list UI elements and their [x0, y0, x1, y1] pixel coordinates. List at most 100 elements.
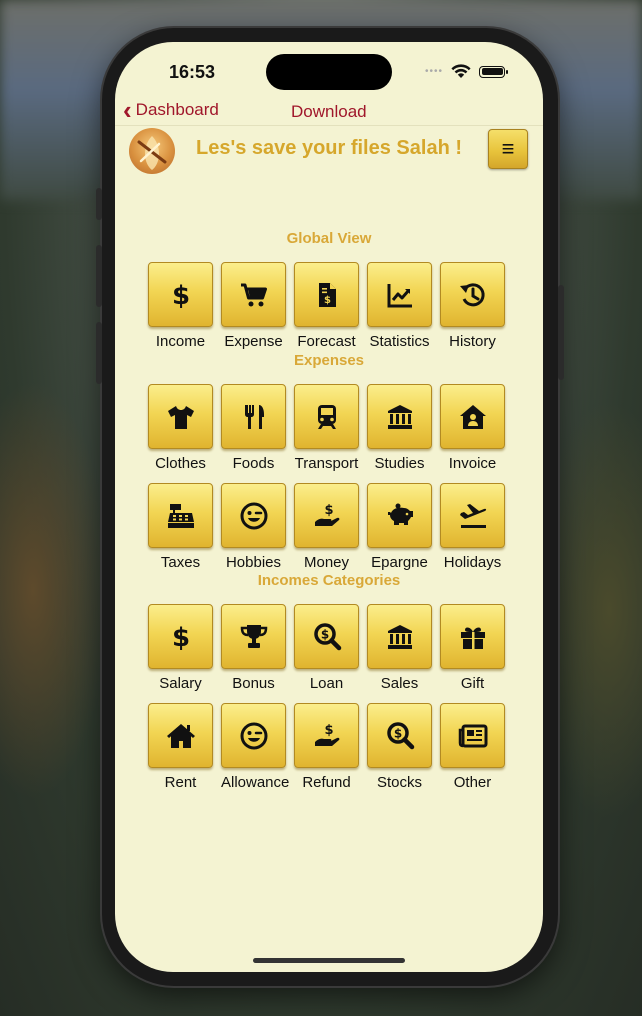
wink-icon: [240, 502, 267, 529]
rent-button[interactable]: [148, 703, 213, 768]
greeting-text: Les's save your files Salah !: [196, 137, 462, 159]
volume-up-button: [96, 245, 102, 307]
svg-text:$: $: [171, 623, 189, 652]
status-time: 16:53: [169, 62, 216, 82]
taxes-label: Taxes: [160, 554, 201, 571]
global-tile-history: History: [440, 262, 510, 350]
holidays-label: Holidays: [443, 554, 502, 571]
foods-label: Foods: [232, 455, 275, 472]
piggy-bank-icon: [387, 503, 413, 525]
studies-button[interactable]: [367, 384, 432, 449]
incomes-row-1: $ Salary Bonus $ Loan Sales Gift: [148, 604, 510, 694]
expense-button[interactable]: [221, 262, 286, 327]
svg-text:$: $: [324, 295, 331, 306]
income-label: Income: [155, 333, 206, 350]
incomes-tile-allowance: Allowance: [221, 703, 291, 791]
home-indicator[interactable]: [253, 958, 405, 963]
utensils-icon: [244, 404, 264, 429]
back-button[interactable]: ‹ Dashboard: [123, 97, 219, 123]
statistics-button[interactable]: [367, 262, 432, 327]
clothes-button[interactable]: [148, 384, 213, 449]
svg-text:$: $: [393, 726, 401, 740]
income-button[interactable]: $: [148, 262, 213, 327]
plane-icon: [459, 503, 486, 528]
expenses-tile-hobbies: Hobbies: [221, 483, 291, 571]
cart-icon: [240, 283, 267, 306]
sales-button[interactable]: [367, 604, 432, 669]
battery-icon: [479, 65, 508, 78]
dollar-icon: $: [171, 281, 189, 310]
forecast-button[interactable]: $: [294, 262, 359, 327]
search-dollar-icon: $: [313, 622, 341, 650]
incomes-tile-refund: $ Refund: [294, 703, 364, 791]
global-tile-income: $ Income: [148, 262, 218, 350]
holidays-button[interactable]: [440, 483, 505, 548]
incomes-tile-bonus: Bonus: [221, 604, 291, 692]
hand-dollar-icon: $: [314, 503, 339, 526]
svg-text:$: $: [171, 281, 189, 310]
global-tile-expense: Expense: [221, 262, 291, 350]
gift-icon: [460, 627, 485, 649]
incomes-tile-gift: Gift: [440, 604, 510, 692]
foods-button[interactable]: [221, 384, 286, 449]
transport-button[interactable]: [294, 384, 359, 449]
incomes-tile-loan: $ Loan: [294, 604, 364, 692]
hobbies-button[interactable]: [221, 483, 286, 548]
signal-icon: ••••: [424, 66, 443, 77]
search-dollar-icon: $: [386, 721, 414, 749]
hobbies-label: Hobbies: [225, 554, 282, 571]
svg-text:$: $: [320, 627, 328, 641]
statistics-label: Statistics: [369, 333, 430, 350]
expenses-tile-taxes: Taxes: [148, 483, 218, 571]
clothes-label: Clothes: [155, 455, 206, 472]
chart-icon: [387, 283, 412, 307]
gift-button[interactable]: [440, 604, 505, 669]
wifi-icon: [451, 64, 471, 78]
invoice-icon: $: [318, 282, 336, 307]
menu-button[interactable]: ≡: [488, 129, 528, 169]
incomes-tile-other: Other: [440, 703, 510, 791]
epargne-label: Epargne: [371, 554, 428, 571]
expenses-tile-studies: Studies: [367, 384, 437, 472]
app-screen: 16:53 •••• ‹ Dashboard Download Les's sa…: [115, 42, 543, 972]
global-tile-statistics: Statistics: [367, 262, 437, 350]
background-blur-left: [0, 380, 110, 800]
salary-button[interactable]: $: [148, 604, 213, 669]
expenses-tile-holidays: Holidays: [440, 483, 510, 571]
taxes-button[interactable]: [148, 483, 213, 548]
incomes-tile-stocks: $ Stocks: [367, 703, 437, 791]
transport-label: Transport: [294, 455, 359, 472]
studies-label: Studies: [374, 455, 425, 472]
action-button: [96, 188, 102, 220]
money-label: Money: [303, 554, 350, 571]
money-button[interactable]: $: [294, 483, 359, 548]
bonus-button[interactable]: [221, 604, 286, 669]
history-button[interactable]: [440, 262, 505, 327]
other-button[interactable]: [440, 703, 505, 768]
allowance-label: Allowance: [221, 774, 290, 791]
navigation-bar: ‹ Dashboard Download: [115, 97, 543, 126]
incomes-tile-rent: Rent: [148, 703, 218, 791]
stocks-button[interactable]: $: [367, 703, 432, 768]
invoice-button[interactable]: [440, 384, 505, 449]
allowance-button[interactable]: [221, 703, 286, 768]
dollar-icon: $: [171, 623, 189, 652]
incomes-tile-sales: Sales: [367, 604, 437, 692]
expenses-tile-transport: Transport: [294, 384, 364, 472]
global-row-1: $ Income Expense $ Forecast Statistics History: [148, 262, 510, 352]
global-tile-forecast: $ Forecast: [294, 262, 364, 350]
section-title-incomes: Incomes Categories: [257, 572, 401, 589]
epargne-button[interactable]: [367, 483, 432, 548]
gift-label: Gift: [460, 675, 485, 692]
status-icons: ••••: [424, 64, 508, 79]
dynamic-island: [266, 54, 392, 90]
loan-button[interactable]: $: [294, 604, 359, 669]
refund-button[interactable]: $: [294, 703, 359, 768]
expenses-row-1: Clothes Foods Transport Studies Invoice: [148, 384, 510, 474]
sales-label: Sales: [380, 675, 419, 692]
svg-text:$: $: [324, 723, 333, 738]
nav-title: Download: [291, 102, 367, 121]
train-icon: [317, 404, 336, 429]
loan-label: Loan: [309, 675, 344, 692]
volume-down-button: [96, 322, 102, 384]
